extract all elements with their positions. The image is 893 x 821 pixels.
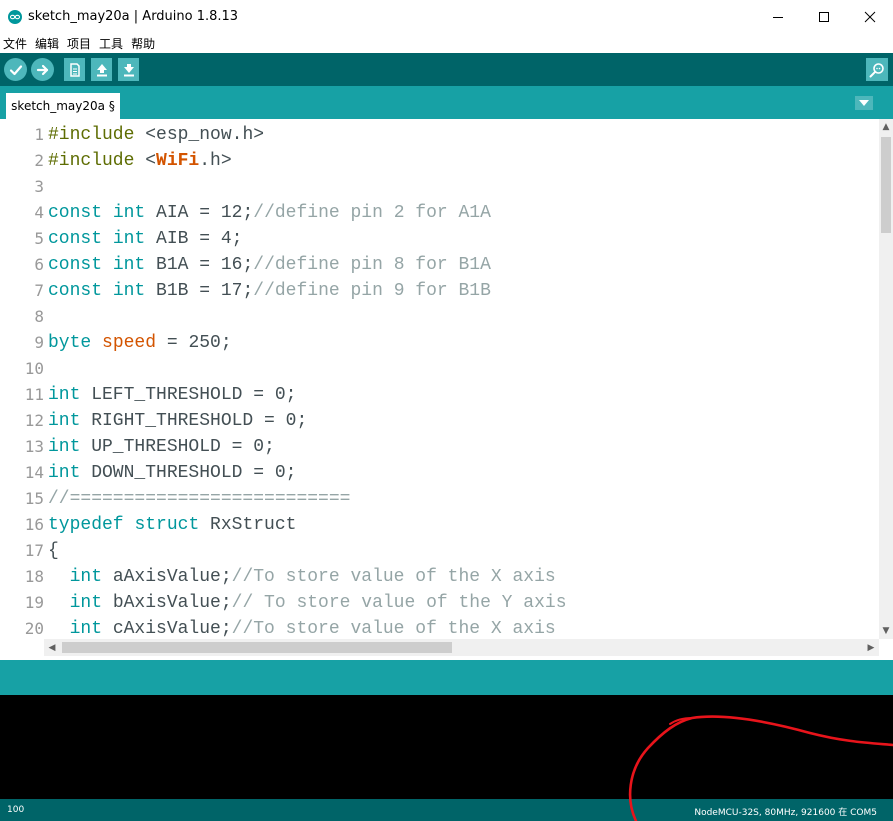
vertical-scroll-thumb[interactable] — [881, 137, 891, 233]
new-file-icon — [69, 62, 80, 77]
code-line[interactable]: int DOWN_THRESHOLD = 0; — [48, 460, 879, 486]
line-number: 9 — [34, 333, 44, 352]
tab-menu-button[interactable] — [855, 96, 873, 110]
code-line[interactable]: int bAxisValue;// To store value of the … — [48, 590, 879, 616]
code-line[interactable]: const int B1A = 16;//define pin 8 for B1… — [48, 252, 879, 278]
scroll-up-arrow-icon[interactable]: ▲ — [879, 119, 893, 135]
line-number: 12 — [24, 411, 44, 430]
horizontal-scroll-thumb[interactable] — [62, 642, 452, 653]
code-line[interactable]: const int AIA = 12;//define pin 2 for A1… — [48, 200, 879, 226]
code-line[interactable]: int cAxisValue;//To store value of the X… — [48, 616, 879, 639]
minimize-icon — [773, 17, 783, 18]
tab-sketch[interactable]: sketch_may20a § — [6, 93, 120, 119]
maximize-button[interactable] — [801, 0, 847, 34]
line-number: 1 — [34, 125, 44, 144]
line-number: 6 — [34, 255, 44, 274]
menu-help[interactable]: 帮助 — [127, 35, 159, 52]
close-button[interactable] — [847, 0, 893, 34]
menu-sketch[interactable]: 项目 — [63, 35, 95, 52]
board-port-status: NodeMCU-32S, 80MHz, 921600 在 COM5 — [694, 808, 877, 818]
toolbar — [0, 53, 893, 86]
line-number: 16 — [24, 515, 44, 534]
line-number: 18 — [24, 567, 44, 586]
arrow-down-icon — [123, 63, 134, 76]
message-area — [0, 660, 893, 695]
menu-bar: 文件 编辑 项目 工具 帮助 — [0, 34, 893, 52]
line-number: 2 — [34, 151, 44, 170]
line-number-gutter: 1 2 3 4 5 6 7 8 9 10 11 12 13 14 15 16 17 18 19 20 — [0, 122, 44, 639]
serial-monitor-button[interactable] — [866, 58, 888, 81]
code-line[interactable]: const int B1B = 17;//define pin 9 for B1… — [48, 278, 879, 304]
line-number: 5 — [34, 229, 44, 248]
triangle-down-icon — [859, 99, 869, 106]
code-line[interactable]: byte speed = 250; — [48, 330, 879, 356]
code-line[interactable]: { — [48, 538, 879, 564]
code-line[interactable]: const int AIB = 4; — [48, 226, 879, 252]
code-text[interactable]: #include <esp_now.h> #include <WiFi.h> con… — [48, 122, 879, 639]
scroll-right-arrow-icon[interactable]: ▶ — [863, 639, 879, 656]
save-sketch-button[interactable] — [118, 58, 139, 81]
code-line[interactable]: int LEFT_THRESHOLD = 0; — [48, 382, 879, 408]
checkmark-icon — [9, 64, 22, 75]
code-line[interactable]: //========================== — [48, 486, 879, 512]
upload-button[interactable] — [31, 58, 54, 81]
line-number: 7 — [34, 281, 44, 300]
code-line[interactable]: #include <WiFi.h> — [48, 148, 879, 174]
status-bar: 100 NodeMCU-32S, 80MHz, 921600 在 COM5 — [0, 799, 893, 821]
open-sketch-button[interactable] — [91, 58, 112, 81]
menu-tools[interactable]: 工具 — [95, 35, 127, 52]
line-number: 15 — [24, 489, 44, 508]
arrow-right-icon — [36, 64, 48, 75]
close-icon — [864, 11, 876, 23]
window-title: sketch_may20a | Arduino 1.8.13 — [28, 9, 239, 24]
line-number: 19 — [24, 593, 44, 612]
line-number: 14 — [24, 463, 44, 482]
arduino-ide-window: sketch_may20a | Arduino 1.8.13 文件 编辑 项目 … — [0, 0, 893, 821]
scroll-left-arrow-icon[interactable]: ◀ — [44, 639, 60, 656]
line-number: 11 — [24, 385, 44, 404]
line-number: 10 — [24, 359, 44, 378]
code-line[interactable]: int aAxisValue;//To store value of the X… — [48, 564, 879, 590]
console-output[interactable] — [0, 695, 893, 799]
scroll-down-arrow-icon[interactable]: ▼ — [879, 623, 893, 639]
line-number: 8 — [34, 307, 44, 326]
line-number: 17 — [24, 541, 44, 560]
tab-bar: sketch_may20a § — [0, 86, 893, 119]
line-number: 3 — [34, 177, 44, 196]
menu-file[interactable]: 文件 — [0, 35, 31, 52]
arduino-logo-icon — [8, 10, 22, 24]
line-number: 13 — [24, 437, 44, 456]
line-number: 4 — [34, 203, 44, 222]
arrow-up-icon — [96, 63, 107, 76]
maximize-icon — [819, 12, 829, 22]
code-line[interactable] — [48, 304, 879, 330]
title-bar: sketch_may20a | Arduino 1.8.13 — [0, 0, 893, 34]
new-sketch-button[interactable] — [64, 58, 85, 81]
code-editor[interactable]: 1 2 3 4 5 6 7 8 9 10 11 12 13 14 15 16 17 18 19 20 #include… — [0, 119, 893, 639]
minimize-button[interactable] — [755, 0, 801, 34]
magnifier-icon — [869, 62, 884, 77]
code-line[interactable] — [48, 356, 879, 382]
horizontal-scrollbar[interactable]: ◀ ▶ — [44, 639, 879, 656]
code-line[interactable]: int UP_THRESHOLD = 0; — [48, 434, 879, 460]
tab-label: sketch_may20a § — [11, 99, 115, 113]
code-line[interactable]: #include <esp_now.h> — [48, 122, 879, 148]
vertical-scrollbar[interactable]: ▲ ▼ — [879, 119, 893, 639]
line-number: 20 — [24, 619, 44, 638]
code-line[interactable]: typedef struct RxStruct — [48, 512, 879, 538]
menu-edit[interactable]: 编辑 — [31, 35, 63, 52]
code-line[interactable]: int RIGHT_THRESHOLD = 0; — [48, 408, 879, 434]
verify-button[interactable] — [4, 58, 27, 81]
line-number-status: 100 — [7, 805, 25, 815]
code-line[interactable] — [48, 174, 879, 200]
